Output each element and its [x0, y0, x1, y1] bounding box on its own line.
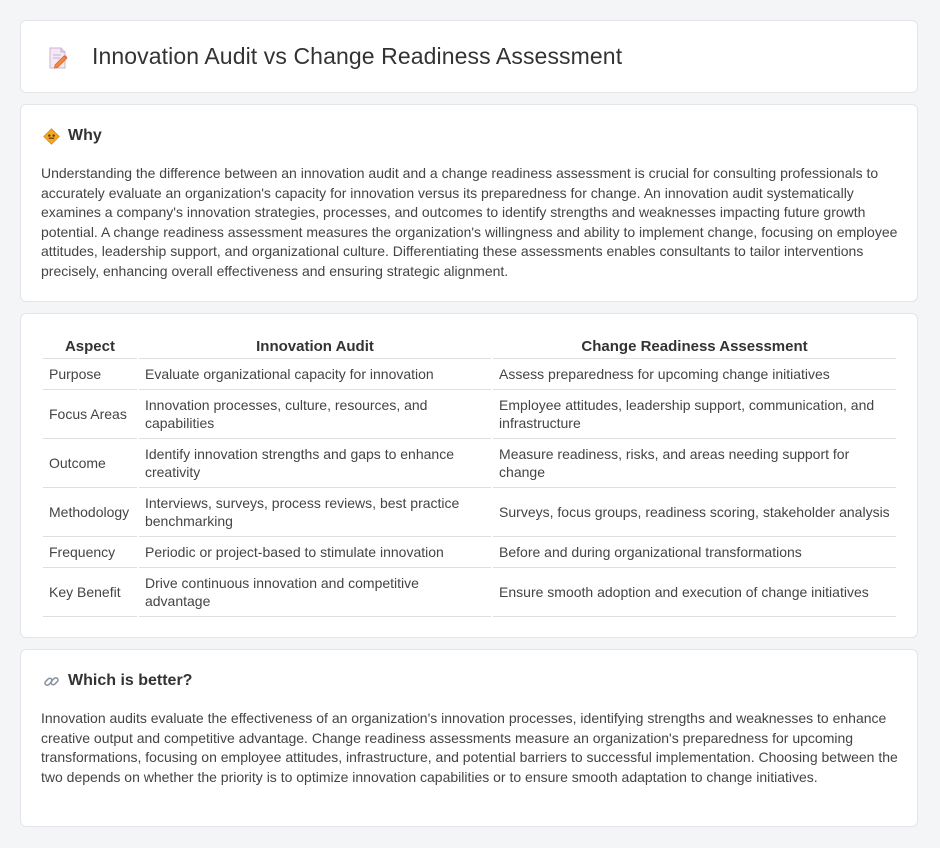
- table-cell: Drive continuous innovation and competit…: [138, 568, 492, 617]
- table-cell: Employee attitudes, leadership support, …: [493, 390, 896, 439]
- better-heading: Which is better?: [68, 672, 193, 689]
- table-cell: Ensure smooth adoption and execution of …: [493, 568, 896, 617]
- better-text: Innovation audits evaluate the effective…: [41, 710, 898, 785]
- table-cell-aspect: Outcome: [43, 439, 137, 488]
- table-row: Key Benefit Drive continuous innovation …: [43, 568, 896, 617]
- table-header-row: Aspect Innovation Audit Change Readiness…: [43, 334, 896, 359]
- table-row: Outcome Identify innovation strengths an…: [43, 439, 896, 488]
- table-cell-aspect: Purpose: [43, 359, 137, 390]
- table-row: Purpose Evaluate organizational capacity…: [43, 359, 896, 390]
- table-cell-aspect: Frequency: [43, 537, 137, 568]
- table-cell-aspect: Focus Areas: [43, 390, 137, 439]
- table-cell: Assess preparedness for upcoming change …: [493, 359, 896, 390]
- why-text: Understanding the difference between an …: [41, 165, 898, 279]
- column-header-change-readiness: Change Readiness Assessment: [493, 334, 896, 359]
- document-edit-icon: [47, 46, 69, 70]
- table-cell-aspect: Methodology: [43, 488, 137, 537]
- page-title: Innovation Audit vs Change Readiness Ass…: [92, 43, 623, 69]
- table-cell: Interviews, surveys, process reviews, be…: [138, 488, 492, 537]
- why-heading: Why: [68, 127, 102, 144]
- table-row: Focus Areas Innovation processes, cultur…: [43, 390, 896, 439]
- table-cell: Before and during organizational transfo…: [493, 537, 896, 568]
- table-row: Methodology Interviews, surveys, process…: [43, 488, 896, 537]
- column-header-innovation-audit: Innovation Audit: [138, 334, 492, 359]
- table-cell: Innovation processes, culture, resources…: [138, 390, 492, 439]
- table-cell: Periodic or project-based to stimulate i…: [138, 537, 492, 568]
- table-cell: Surveys, focus groups, readiness scoring…: [493, 488, 896, 537]
- table-cell: Identify innovation strengths and gaps t…: [138, 439, 492, 488]
- why-heading-row: Why: [43, 127, 102, 145]
- diamond-sign-icon: [43, 127, 60, 145]
- which-is-better-section: Which is better? Innovation audits evalu…: [20, 649, 918, 827]
- column-header-aspect: Aspect: [43, 334, 137, 359]
- table-row: Frequency Periodic or project-based to s…: [43, 537, 896, 568]
- link-icon: [43, 673, 60, 690]
- header-card: Innovation Audit vs Change Readiness Ass…: [20, 20, 918, 93]
- table-cell-aspect: Key Benefit: [43, 568, 137, 617]
- table-cell: Measure readiness, risks, and areas need…: [493, 439, 896, 488]
- better-heading-row: Which is better?: [43, 672, 192, 690]
- table-cell: Evaluate organizational capacity for inn…: [138, 359, 492, 390]
- comparison-table: Aspect Innovation Audit Change Readiness…: [41, 334, 898, 617]
- comparison-card: Aspect Innovation Audit Change Readiness…: [20, 313, 918, 638]
- why-section: Why Understanding the difference between…: [20, 104, 918, 302]
